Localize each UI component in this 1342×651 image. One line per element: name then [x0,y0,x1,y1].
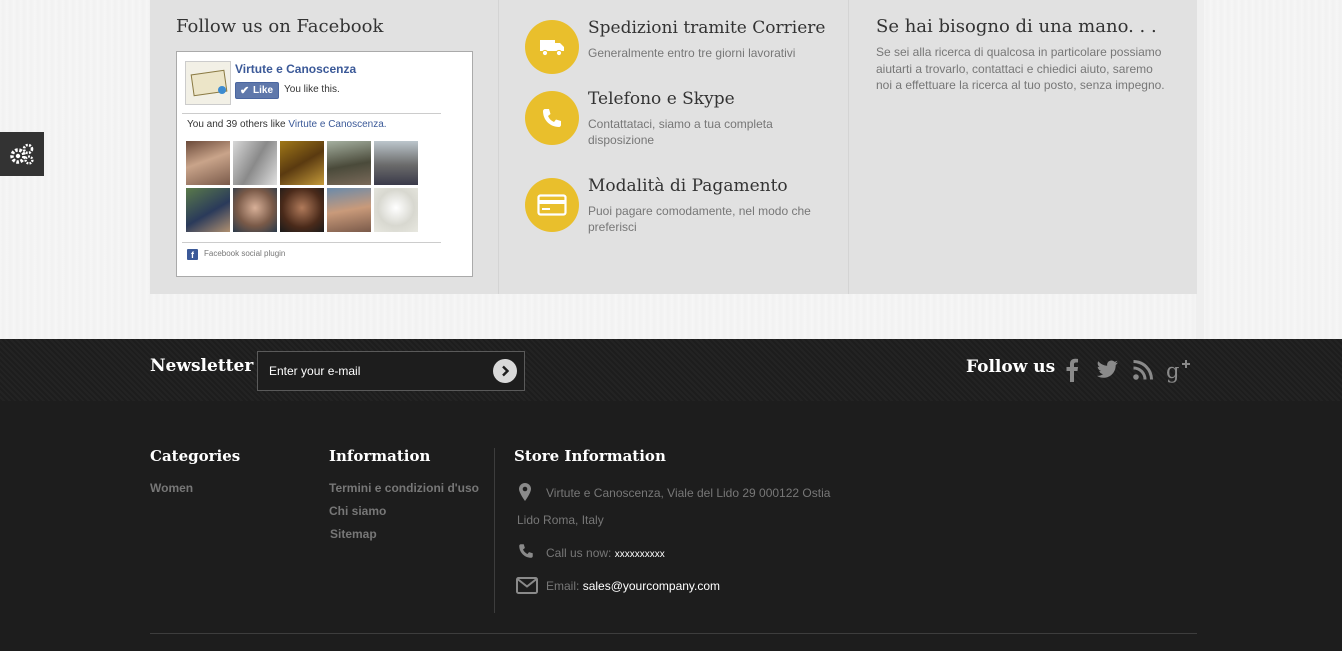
category-link-women[interactable]: Women [150,481,193,495]
email-link[interactable]: sales@yourcompany.com [583,579,720,593]
facebook-title: Follow us on Facebook [176,16,384,37]
svg-text:g: g [1166,359,1179,383]
service-title: Telefono e Skype [588,89,735,109]
information-link-sitemap[interactable]: Sitemap [330,527,377,541]
services-block: Spedizioni tramite Corriere Generalmente… [499,0,849,294]
phone-number: xxxxxxxxxx [614,549,665,560]
store-address-line1: Virtute e Canoscenza, Viale del Lido 29 … [546,486,831,500]
service-description: Puoi pagare comodamente, nel modo che pr… [588,204,811,234]
divider [182,242,441,243]
service-description: Contattataci, siamo a tua completa dispo… [588,117,773,147]
google-plus-icon[interactable]: g [1166,357,1192,383]
fan-avatar[interactable] [327,188,371,232]
facebook-block: Follow us on Facebook Virtute e Canoscen… [150,0,499,294]
call-label: Call us now: [546,546,615,560]
facebook-page-name[interactable]: Virtute e Canoscenza [235,62,356,76]
information-title: Information [329,447,431,465]
fan-avatar[interactable] [186,188,230,232]
newsletter-bar: Newsletter Follow us g [0,339,1342,401]
help-text: Se sei alla ricerca di qualcosa in parti… [876,45,1165,92]
phone-icon [519,544,533,558]
fans-count-text: You and 39 others like [187,119,289,130]
column-divider [494,448,495,613]
check-icon: ✔ [240,85,250,97]
newsletter-submit-button[interactable] [493,359,517,383]
fan-avatar[interactable] [233,188,277,232]
information-link-about[interactable]: Chi siamo [329,504,386,518]
fan-avatar[interactable] [374,141,418,185]
store-address-line2: Lido Roma, Italy [517,513,604,527]
fan-avatar[interactable] [186,141,230,185]
facebook-icon[interactable] [1059,357,1085,383]
information-link-terms[interactable]: Termini e condizioni d'uso [329,481,479,495]
footer: Categories Women Information Termini e c… [0,401,1342,651]
facebook-widget: Virtute e Canoscenza ✔ Like You like thi… [176,51,473,277]
help-block: Se hai bisogno di una mano. . . Se sei a… [849,0,1197,294]
newsletter-label: Newsletter [150,356,254,376]
rss-icon[interactable] [1130,357,1156,383]
facebook-page-link[interactable]: Virtute e Canoscenza. [288,119,386,130]
categories-title: Categories [150,447,241,465]
email-label: Email: [546,579,583,593]
fan-avatar[interactable] [327,141,371,185]
fan-avatar[interactable] [280,188,324,232]
map-marker-icon [519,483,531,501]
store-information-title: Store Information [514,447,666,465]
facebook-like-button[interactable]: ✔ Like [235,82,279,99]
you-like-text: You like this. [284,84,340,95]
store-phone: Call us now: xxxxxxxxxx [546,546,665,560]
help-title: Se hai bisogno di una mano. . . [876,16,1157,37]
fan-avatar[interactable] [374,188,418,232]
envelope-icon [516,577,538,594]
chevron-right-icon [502,365,510,377]
twitter-icon[interactable] [1094,357,1120,383]
info-blocks: Follow us on Facebook Virtute e Canoscen… [150,0,1197,294]
facebook-plugin-label[interactable]: Facebook social plugin [204,249,285,258]
facebook-page-thumbnail[interactable] [185,61,231,105]
credit-card-icon [525,178,579,232]
service-title: Modalità di Pagamento [588,176,788,196]
newsletter-email-input[interactable] [257,351,525,391]
follow-us-label: Follow us [966,357,1056,377]
truck-icon [525,20,579,74]
gears-icon [10,143,34,165]
service-title: Spedizioni tramite Corriere [588,18,826,38]
divider [182,113,441,114]
fan-avatar[interactable] [280,141,324,185]
content-edge [1196,0,1204,339]
fan-avatar[interactable] [233,141,277,185]
service-description: Generalmente entro tre giorni lavorativi [588,46,796,60]
phone-icon [525,91,579,145]
footer-divider [150,633,1197,634]
facebook-icon: f [187,249,198,260]
store-email: Email: sales@yourcompany.com [546,579,720,593]
settings-toggle[interactable] [0,132,44,176]
facebook-fans-text: You and 39 others like Virtute e Canosce… [187,119,387,130]
like-label: Like [253,85,274,96]
